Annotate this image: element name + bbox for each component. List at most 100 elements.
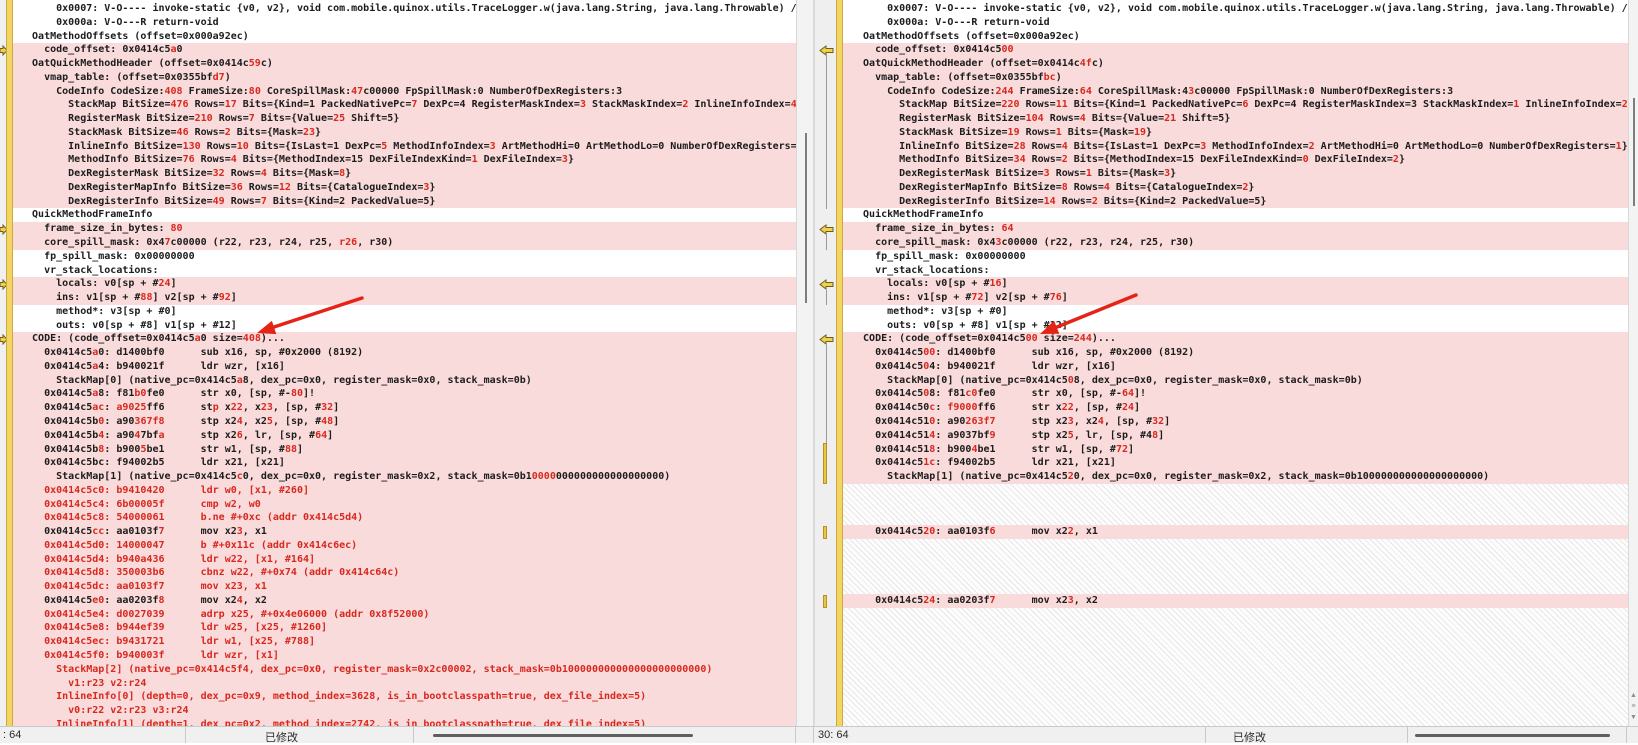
code-line[interactable]: v0:r22 v2:r23 v3:r24	[13, 704, 796, 718]
code-line[interactable]: 0x0414c50c: f9000ff6 str x22, [sp, #24]	[843, 401, 1628, 415]
code-line[interactable]: OatMethodOffsets (offset=0x000a92ec)	[843, 30, 1628, 44]
code-line[interactable]: 0x0414c5e0: aa0203f8 mov x24, x2	[13, 593, 796, 608]
code-line[interactable]: 0x0414c5ac: a9025ff6 stp x22, x23, [sp, …	[13, 401, 796, 415]
code-line[interactable]: 0x0414c5f0: b940003f ldr wzr, [x1]	[13, 648, 796, 663]
code-line[interactable]: 0x0414c5a8: f81b0fe0 str x0, [sp, #-80]!	[13, 387, 796, 402]
code-line[interactable]: OatQuickMethodHeader (offset=0x0414c59c)	[13, 57, 796, 71]
code-line[interactable]: vmap_table: (offset=0x0355bfd7)	[13, 70, 796, 85]
code-line[interactable]: outs: v0[sp + #8] v1[sp + #12]	[843, 319, 1628, 333]
code-line[interactable]: 0x0414c510: a90263f7 stp x23, x24, [sp, …	[843, 414, 1628, 429]
code-line[interactable]: outs: v0[sp + #8] v1[sp + #12]	[13, 319, 796, 333]
scrollbar-down-arrow-icon[interactable]: ▼	[1630, 714, 1637, 721]
code-line[interactable]: 0x000a: V-O---R return-void	[843, 16, 1628, 30]
left-vertical-scrollbar-thumb[interactable]	[805, 133, 807, 303]
code-line[interactable]: StackMask BitSize=19 Rows=1 Bits={Mask=1…	[843, 125, 1628, 140]
code-line[interactable]: StackMap[1] (native_pc=0x414c5c0, dex_pc…	[13, 470, 796, 484]
code-line[interactable]: OatQuickMethodHeader (offset=0x0414c4fc)	[843, 57, 1628, 71]
code-line[interactable]: DexRegisterMapInfo BitSize=8 Rows=4 Bits…	[843, 180, 1628, 195]
code-line[interactable]: StackMap BitSize=220 Rows=11 Bits={Kind=…	[843, 98, 1628, 113]
code-line[interactable]: 0x0414c51c: f94002b5 ldr x21, [x21]	[843, 456, 1628, 471]
right-horizontal-scrollbar-thumb[interactable]	[1415, 734, 1610, 737]
code-line[interactable]: RegisterMask BitSize=104 Rows=4 Bits={Va…	[843, 112, 1628, 126]
code-line[interactable]: QuickMethodFrameInfo	[13, 208, 796, 222]
code-line[interactable]: core_spill_mask: 0x43c00000 (r22, r23, r…	[843, 236, 1628, 250]
code-line[interactable]: 0x0414c5d0: 14000047 b #+0x11c (addr 0x4…	[13, 538, 796, 553]
code-line[interactable]: RegisterMask BitSize=210 Rows=7 Bits={Va…	[13, 112, 796, 126]
code-line[interactable]: MethodInfo BitSize=76 Rows=4 Bits={Metho…	[13, 153, 796, 168]
code-line[interactable]: 0x0414c5c8: 54000061 b.ne #+0xc (addr 0x…	[13, 511, 796, 526]
code-line[interactable]: 0x0007: V-O---- invoke-static {v0, v2}, …	[843, 2, 1628, 16]
code-line[interactable]: DexRegisterMask BitSize=3 Rows=1 Bits={M…	[843, 167, 1628, 181]
code-line[interactable]: 0x0414c5e8: b944ef39 ldr w25, [x25, #126…	[13, 621, 796, 636]
code-line[interactable]: StackMap[0] (native_pc=0x414c5a8, dex_pc…	[13, 373, 796, 388]
code-line[interactable]: CodeInfo CodeSize:244 FrameSize:64 CoreS…	[843, 84, 1628, 99]
code-line[interactable]: CODE: (code_offset=0x0414c500 size=244).…	[843, 332, 1628, 347]
code-line[interactable]: vr_stack_locations:	[843, 264, 1628, 278]
code-line[interactable]: code_offset: 0x0414c500	[843, 43, 1628, 58]
code-line[interactable]: 0x0414c5a4: b940021f ldr wzr, [x16]	[13, 359, 796, 374]
code-line[interactable]: CODE: (code_offset=0x0414c5a0 size=408).…	[13, 332, 796, 347]
diff-arrow-left-icon[interactable]	[819, 334, 834, 346]
code-line[interactable]: 0x0414c514: a9037bf9 stp x25, lr, [sp, #…	[843, 428, 1628, 443]
code-line[interactable]: 0x0414c5d8: 350003b6 cbnz w22, #+0x74 (a…	[13, 566, 796, 581]
code-line[interactable]: DexRegisterMapInfo BitSize=36 Rows=12 Bi…	[13, 180, 796, 195]
code-line[interactable]: 0x0414c5ec: b9431721 ldr w1, [x25, #788]	[13, 635, 796, 649]
code-line[interactable]: StackMap[0] (native_pc=0x414c508, dex_pc…	[843, 373, 1628, 388]
code-line[interactable]: 0x0414c5c4: 6b00005f cmp w2, w0	[13, 497, 796, 512]
code-line[interactable]: CodeInfo CodeSize:408 FrameSize:80 CoreS…	[13, 84, 796, 99]
code-line[interactable]: 0x0414c524: aa0203f7 mov x23, x2	[843, 594, 1628, 608]
diff-arrow-left-icon[interactable]	[819, 223, 834, 235]
code-line[interactable]: 0x0414c508: f81c0fe0 str x0, [sp, #-64]!	[843, 387, 1628, 402]
code-line[interactable]: locals: v0[sp + #16]	[843, 277, 1628, 292]
code-line[interactable]: 0x0414c5a0: d1400bf0 sub x16, sp, #0x200…	[13, 346, 796, 360]
code-line[interactable]: 0x0414c500: d1400bf0 sub x16, sp, #0x200…	[843, 346, 1628, 360]
code-line[interactable]: vmap_table: (offset=0x0355bfbc)	[843, 70, 1628, 85]
code-line[interactable]: ins: v1[sp + #88] v2[sp + #92]	[13, 291, 796, 305]
code-line[interactable]: 0x0414c520: aa0103f6 mov x22, x1	[843, 525, 1628, 539]
code-line[interactable]: InlineInfo BitSize=130 Rows=10 Bits={IsL…	[13, 139, 796, 154]
code-line[interactable]: DexRegisterInfo BitSize=14 Rows=2 Bits={…	[843, 194, 1628, 209]
code-line[interactable]: fp_spill_mask: 0x00000000	[13, 250, 796, 264]
scrollbar-up-arrow-icon[interactable]: ▲	[1630, 692, 1637, 699]
code-line[interactable]: method*: v3[sp + #0]	[13, 305, 796, 319]
left-vertical-scrollbar[interactable]	[796, 0, 814, 726]
code-line[interactable]: v1:r23 v2:r24	[13, 676, 796, 691]
code-line[interactable]: DexRegisterMask BitSize=32 Rows=4 Bits={…	[13, 167, 796, 181]
code-line[interactable]: fp_spill_mask: 0x00000000	[843, 250, 1628, 264]
code-line[interactable]: StackMap[1] (native_pc=0x414c520, dex_pc…	[843, 470, 1628, 484]
code-line[interactable]: StackMask BitSize=46 Rows=2 Bits={Mask=2…	[13, 125, 796, 140]
code-line[interactable]: 0x0414c5c0: b9410420 ldr w0, [x1, #260]	[13, 483, 796, 498]
right-vertical-scrollbar[interactable]: ▲ ≡ ▼	[1628, 0, 1638, 726]
code-line[interactable]: InlineInfo BitSize=28 Rows=4 Bits={IsLas…	[843, 139, 1628, 154]
code-line[interactable]: 0x0414c5d4: b940a436 ldr w22, [x1, #164]	[13, 552, 796, 567]
diff-arrow-left-icon[interactable]	[819, 44, 834, 56]
code-line[interactable]: code_offset: 0x0414c5a0	[13, 43, 796, 58]
code-line[interactable]: ins: v1[sp + #72] v2[sp + #76]	[843, 291, 1628, 305]
code-line[interactable]: StackMap[2] (native_pc=0x414c5f4, dex_pc…	[13, 662, 796, 677]
code-line[interactable]: MethodInfo BitSize=34 Rows=2 Bits={Metho…	[843, 153, 1628, 168]
code-line[interactable]: 0x0414c5e4: d0027039 adrp x25, #+0x4e060…	[13, 607, 796, 622]
code-line[interactable]: 0x0007: V-O---- invoke-static {v0, v2}, …	[13, 2, 796, 16]
code-line[interactable]: 0x0414c518: b9004be1 str w1, [sp, #72]	[843, 442, 1628, 457]
code-line[interactable]: vr_stack_locations:	[13, 264, 796, 278]
code-line[interactable]: OatMethodOffsets (offset=0x000a92ec)	[13, 30, 796, 44]
code-line[interactable]: frame_size_in_bytes: 64	[843, 222, 1628, 237]
code-line[interactable]: DexRegisterInfo BitSize=49 Rows=7 Bits={…	[13, 194, 796, 209]
code-line[interactable]: InlineInfo[1] (depth=1, dex_pc=0x2, meth…	[13, 717, 796, 726]
code-line[interactable]: StackMap BitSize=476 Rows=17 Bits={Kind=…	[13, 98, 796, 113]
code-line[interactable]: QuickMethodFrameInfo	[843, 208, 1628, 222]
code-line[interactable]: 0x0414c5bc: f94002b5 ldr x21, [x21]	[13, 456, 796, 471]
code-line[interactable]: 0x0414c5dc: aa0103f7 mov x23, x1	[13, 580, 796, 594]
code-line[interactable]: 0x000a: V-O---R return-void	[13, 16, 796, 30]
code-line[interactable]: 0x0414c5b8: b9005be1 str w1, [sp, #88]	[13, 442, 796, 457]
code-line[interactable]: core_spill_mask: 0x47c00000 (r22, r23, r…	[13, 236, 796, 250]
left-horizontal-scrollbar-thumb[interactable]	[433, 734, 693, 737]
right-vertical-scrollbar-thumb[interactable]	[1633, 98, 1635, 206]
diff-arrow-left-icon[interactable]	[819, 279, 834, 291]
code-line[interactable]: 0x0414c5b0: a90367f8 stp x24, x25, [sp, …	[13, 414, 796, 429]
code-line[interactable]: 0x0414c504: b940021f ldr wzr, [x16]	[843, 359, 1628, 374]
code-line[interactable]: locals: v0[sp + #24]	[13, 277, 796, 292]
code-line[interactable]: method*: v3[sp + #0]	[843, 305, 1628, 319]
code-line[interactable]: 0x0414c5b4: a9047bfa stp x26, lr, [sp, #…	[13, 428, 796, 443]
code-line[interactable]: 0x0414c5cc: aa0103f7 mov x23, x1	[13, 525, 796, 539]
